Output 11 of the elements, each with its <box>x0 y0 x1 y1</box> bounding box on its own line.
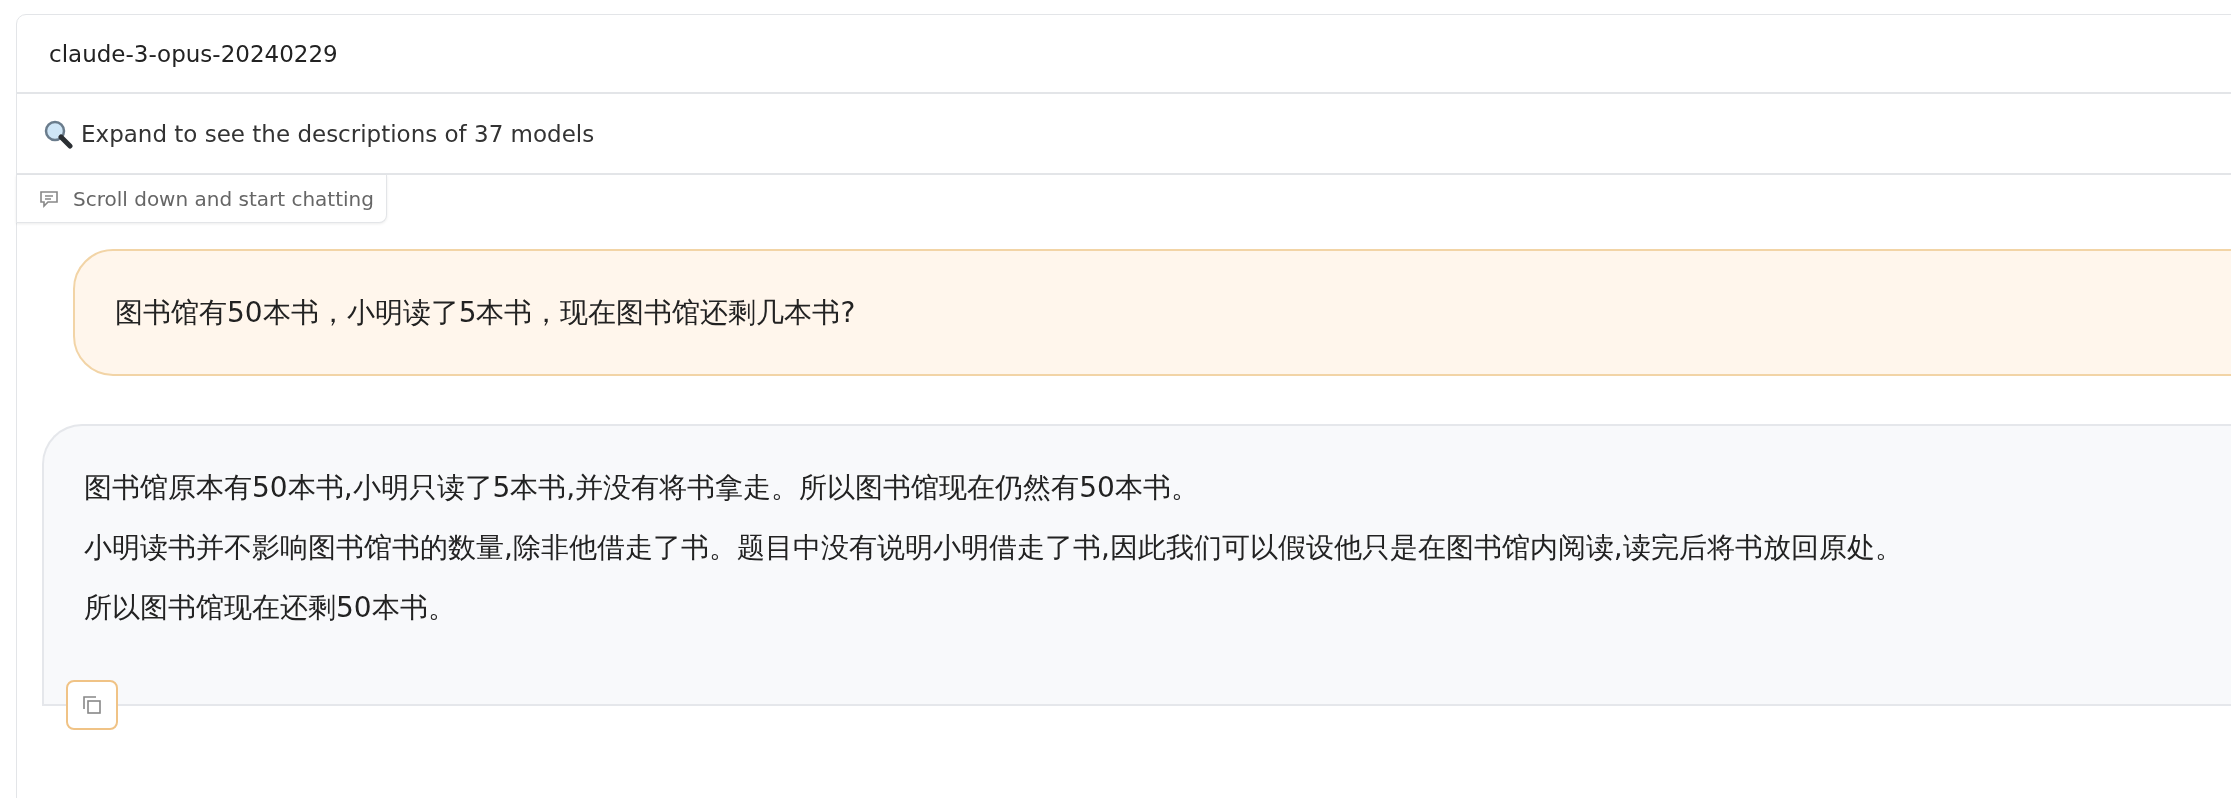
message-text: 小明读书并不影响图书馆书的数量,除非他借走了书。题目中没有说明小明借走了书,因此我们可以假设他只是在图书馆内阅读,读完后将书放回原处。 <box>84 530 1904 566</box>
search-icon <box>43 118 73 149</box>
model-dropdown[interactable]: claude-3-opus-20240229 <box>17 15 2231 94</box>
chat-icon <box>39 188 59 209</box>
message-text: 图书馆有50本书，小明读了5本书，现在图书馆还剩几本书? <box>115 294 856 331</box>
accordion-label: Expand to see the descriptions of 37 models <box>81 120 595 147</box>
message-text: 图书馆原本有50本书,小明只读了5本书,并没有将书拿走。所以图书馆现在仍然有50本书。 <box>84 470 1200 506</box>
copy-button[interactable] <box>66 680 118 730</box>
message-text: 所以图书馆现在还剩50本书。 <box>84 590 457 626</box>
copy-icon <box>81 694 103 716</box>
label-text: Scroll down and start chatting <box>73 186 374 211</box>
